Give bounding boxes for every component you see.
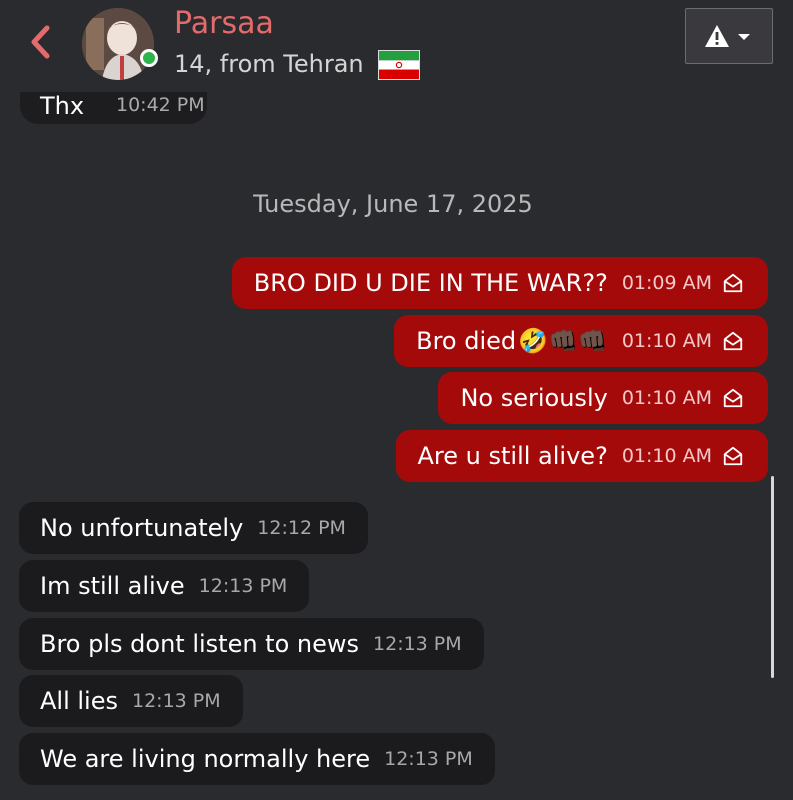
outgoing-message[interactable]: BRO DID U DIE IN THE WAR?? 01:09 AM bbox=[231, 257, 768, 309]
message-time: 12:13 PM bbox=[384, 748, 473, 770]
date-separator: Tuesday, June 17, 2025 bbox=[253, 190, 533, 218]
incoming-message[interactable]: No unfortunately 12:12 PM bbox=[19, 502, 368, 554]
outgoing-message[interactable]: Bro died 🤣👊🏿👊🏿 01:10 AM bbox=[394, 315, 768, 367]
message-time: 12:13 PM bbox=[132, 690, 221, 712]
incoming-message[interactable]: We are living normally here 12:13 PM bbox=[19, 733, 495, 785]
emoji-text: 🤣👊🏿👊🏿 bbox=[518, 327, 608, 355]
report-menu-button[interactable] bbox=[685, 8, 773, 64]
message-time: 01:10 AM bbox=[621, 330, 712, 352]
incoming-message[interactable]: Bro pls dont listen to news 12:13 PM bbox=[19, 618, 484, 670]
contact-subtitle: 14, from Tehran bbox=[174, 50, 364, 78]
incoming-message[interactable]: Im still alive 12:13 PM bbox=[19, 560, 310, 612]
message-time: 12:12 PM bbox=[257, 517, 346, 539]
chat-header: Parsaa 14, from Tehran bbox=[0, 0, 793, 92]
message-text: We are living normally here bbox=[40, 745, 371, 773]
message-time: 01:09 AM bbox=[621, 272, 712, 294]
message-text: Thx bbox=[40, 92, 85, 120]
message-time: 01:10 AM bbox=[621, 387, 712, 409]
message-text: Bro pls dont listen to news bbox=[40, 630, 360, 658]
message-time: 12:13 PM bbox=[198, 575, 288, 597]
chevron-left-icon bbox=[31, 25, 50, 59]
message-text: Are u still alive? bbox=[417, 442, 608, 470]
scrollbar[interactable] bbox=[771, 476, 774, 678]
message-text: Im still alive bbox=[40, 572, 185, 600]
avatar[interactable] bbox=[82, 8, 154, 80]
online-status-indicator bbox=[140, 49, 158, 67]
incoming-message[interactable]: All lies 12:13 PM bbox=[19, 675, 243, 727]
iran-flag-icon bbox=[378, 50, 420, 80]
contact-name[interactable]: Parsaa bbox=[174, 6, 274, 41]
back-button[interactable] bbox=[22, 22, 62, 62]
read-envelope-icon bbox=[723, 388, 743, 408]
message-time: 01:10 AM bbox=[621, 445, 712, 467]
message-text: All lies bbox=[40, 687, 118, 715]
read-envelope-icon bbox=[723, 331, 743, 351]
outgoing-message[interactable]: No seriously 01:10 AM bbox=[438, 372, 768, 424]
read-envelope-icon bbox=[723, 273, 743, 293]
outgoing-message[interactable]: Are u still alive? 01:10 AM bbox=[395, 430, 768, 482]
message-text: No seriously bbox=[460, 384, 608, 412]
read-envelope-icon bbox=[723, 446, 743, 466]
message-text: BRO DID U DIE IN THE WAR?? bbox=[253, 269, 608, 297]
message-text: Bro died bbox=[416, 327, 517, 355]
message-text: No unfortunately bbox=[40, 514, 244, 542]
caret-down-icon bbox=[738, 34, 750, 40]
warning-icon bbox=[705, 25, 750, 47]
message-time: 10:42 PM bbox=[116, 94, 205, 116]
message-time: 12:13 PM bbox=[373, 633, 462, 655]
